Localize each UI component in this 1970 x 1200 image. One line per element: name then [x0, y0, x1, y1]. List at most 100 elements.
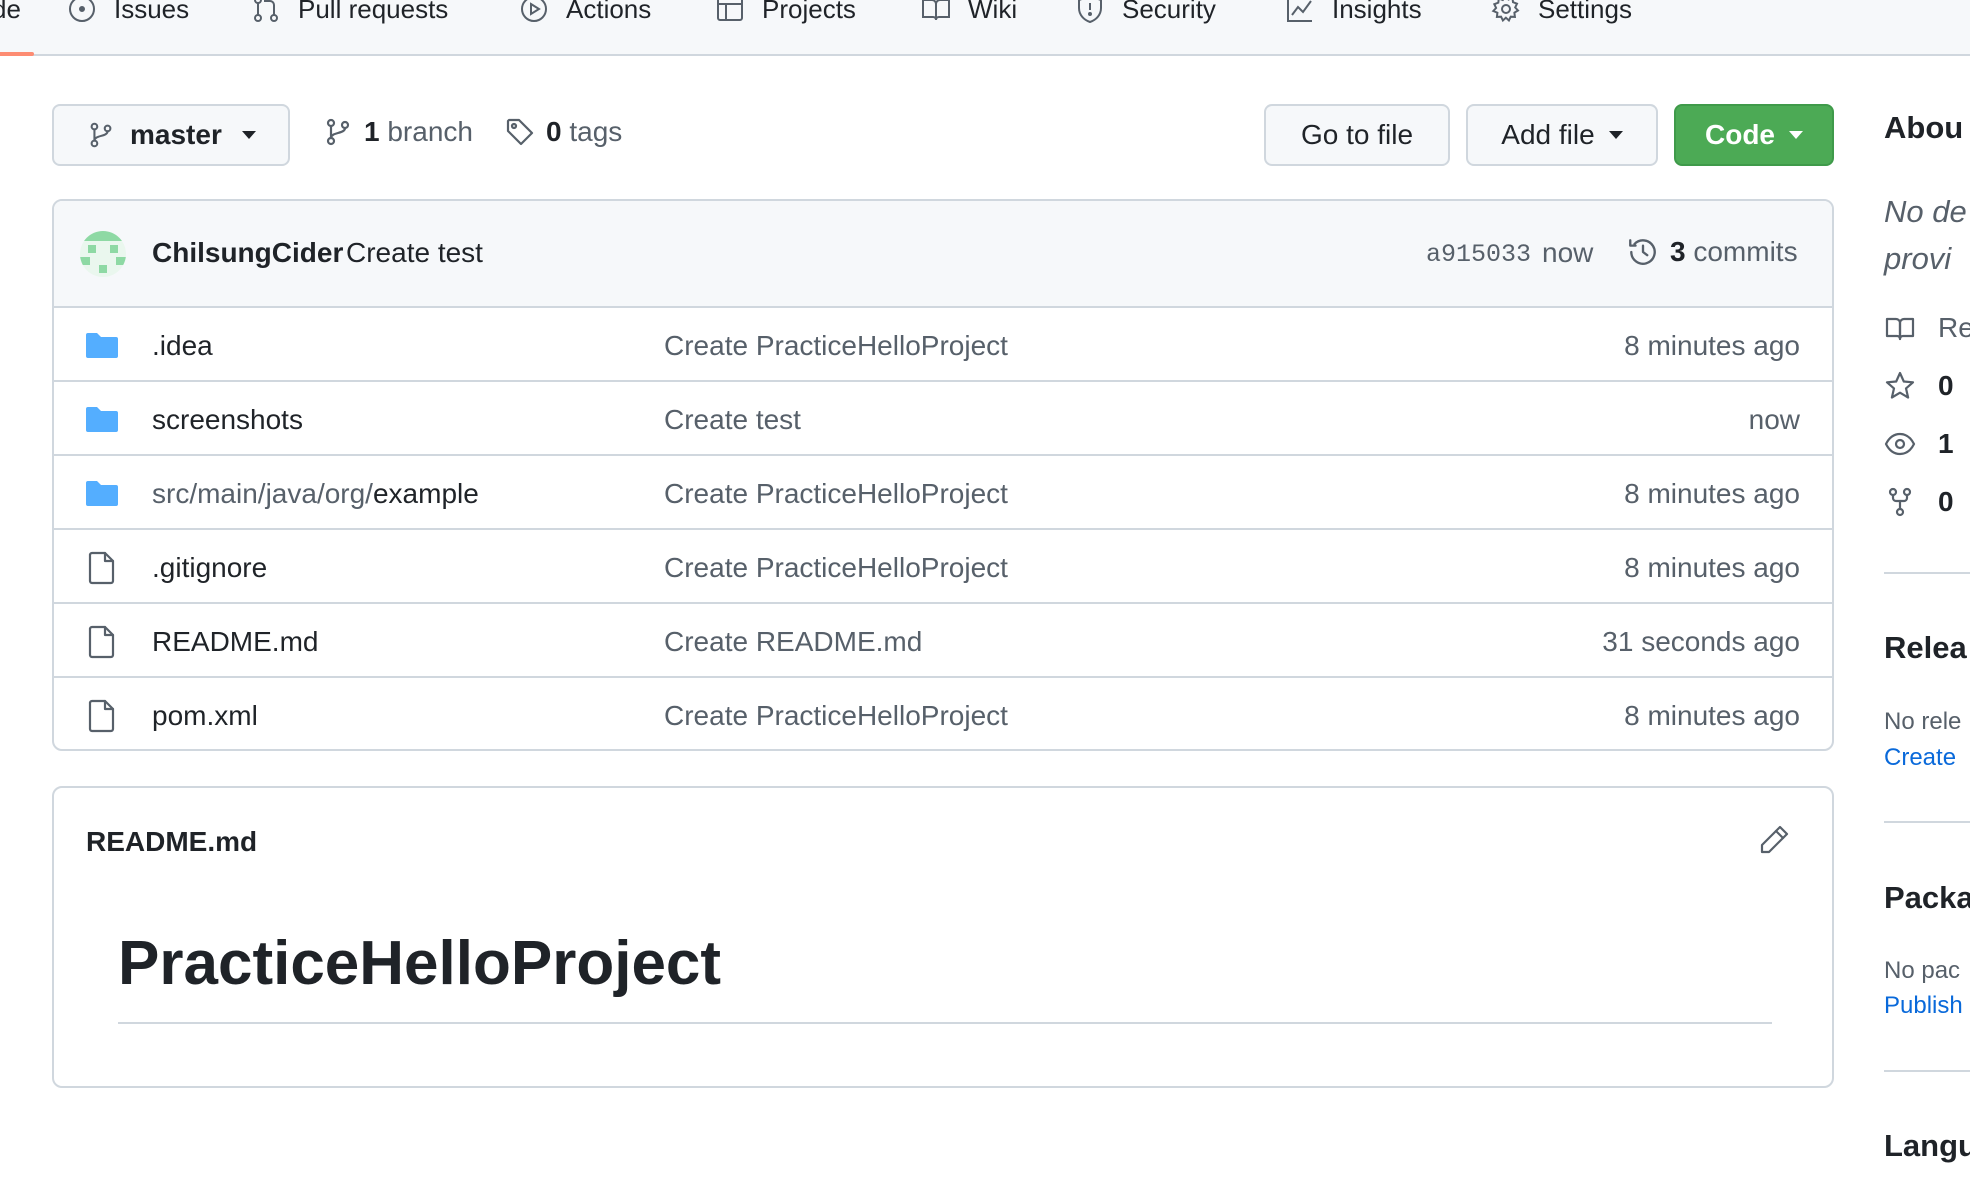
file-commit-time: 8 minutes ago	[1624, 330, 1800, 361]
tab-label: Insights	[1332, 0, 1422, 24]
file-name[interactable]: .idea	[152, 330, 213, 362]
pull-request-icon	[254, 0, 278, 22]
stars-link[interactable]: 0	[1884, 370, 1954, 402]
file-row[interactable]: screenshots Create test now	[54, 380, 1832, 454]
folder-icon	[86, 407, 118, 432]
file-commit-message[interactable]: Create PracticeHelloProject	[664, 330, 1008, 362]
star-icon	[1885, 371, 1915, 399]
table-icon	[717, 0, 743, 21]
go-to-file-button[interactable]: Go to file	[1264, 104, 1450, 166]
chevron-down-icon	[1789, 131, 1803, 139]
tab-label: Issues	[114, 0, 190, 24]
play-icon	[521, 0, 547, 22]
code-button[interactable]: Code	[1674, 104, 1834, 166]
eye-icon	[1884, 432, 1916, 456]
commit-author[interactable]: ChilsungCider	[152, 237, 343, 269]
tab-label: Pull requests	[298, 0, 449, 24]
about-heading: Abou	[1884, 110, 1964, 145]
tab-code[interactable]: de	[0, 0, 21, 26]
repo-tab-nav: de Issues Pull requests Actions Projects…	[0, 0, 1970, 56]
file-row[interactable]: README.md Create README.md 31 seconds ag…	[54, 602, 1832, 676]
watchers-link[interactable]: 1	[1884, 428, 1954, 460]
tab-wiki[interactable]: Wiki	[920, 0, 1017, 26]
file-commit-message[interactable]: Create PracticeHelloProject	[664, 552, 1008, 584]
sidebar-divider	[1884, 821, 1970, 823]
file-row[interactable]: src/main/java/org/example Create Practic…	[54, 454, 1832, 528]
file-commit-time: 8 minutes ago	[1624, 700, 1800, 731]
tags-link[interactable]: 0 tags	[504, 116, 622, 148]
latest-commit-bar: ChilsungCider Create test a915033 now 3 …	[54, 201, 1832, 308]
tab-insights[interactable]: Insights	[1284, 0, 1422, 26]
folder-icon	[86, 333, 118, 358]
file-row[interactable]: .gitignore Create PracticeHelloProject 8…	[54, 528, 1832, 602]
chevron-down-icon	[241, 131, 256, 139]
file-commit-time: 8 minutes ago	[1624, 552, 1800, 583]
publish-package-link[interactable]: Publish	[1884, 992, 1963, 1020]
gear-icon	[1491, 0, 1520, 23]
file-icon	[88, 699, 115, 733]
readme-heading-divider	[118, 1022, 1772, 1024]
tag-icon	[506, 118, 534, 146]
book-icon	[1885, 317, 1915, 341]
tab-issues[interactable]: Issues	[66, 0, 189, 26]
tag-word: tags	[569, 116, 623, 147]
file-commit-time: now	[1748, 404, 1800, 435]
file-commit-message[interactable]: Create test	[664, 404, 801, 436]
commits-history-link[interactable]: 3 commits	[1626, 235, 1798, 269]
commit-message[interactable]: Create test	[346, 237, 483, 269]
readme-filename[interactable]: README.md	[86, 826, 257, 858]
file-commit-message[interactable]: Create README.md	[664, 626, 922, 658]
branch-selector-button[interactable]: master	[52, 104, 290, 166]
graph-icon	[1287, 0, 1312, 22]
tab-settings[interactable]: Settings	[1490, 0, 1632, 26]
branch-name: master	[130, 119, 222, 150]
book-icon	[922, 0, 950, 21]
add-file-button[interactable]: Add file	[1466, 104, 1658, 166]
go-to-file-label: Go to file	[1300, 119, 1414, 150]
file-commit-message[interactable]: Create PracticeHelloProject	[664, 478, 1008, 510]
file-name[interactable]: screenshots	[152, 404, 303, 436]
tab-label: Actions	[566, 0, 652, 24]
pencil-icon[interactable]	[1756, 822, 1792, 858]
sidebar-divider	[1884, 1070, 1970, 1072]
file-name[interactable]: README.md	[152, 626, 318, 658]
tab-security[interactable]: Security	[1074, 0, 1216, 26]
create-release-link[interactable]: Create	[1884, 744, 1956, 772]
tag-count: 0	[546, 116, 562, 147]
issue-icon	[69, 0, 95, 22]
file-name[interactable]: .gitignore	[152, 552, 267, 584]
tab-label: Settings	[1538, 0, 1632, 24]
file-row[interactable]: .idea Create PracticeHelloProject 8 minu…	[54, 308, 1832, 382]
readme-link[interactable]: Re	[1884, 312, 1970, 344]
file-commit-time: 8 minutes ago	[1624, 478, 1800, 509]
commit-time: now	[1542, 237, 1594, 268]
about-description: No de provi	[1884, 194, 1967, 276]
commit-sha[interactable]: a915033	[1426, 240, 1531, 269]
packages-heading[interactable]: Packa	[1884, 880, 1970, 916]
tab-label: Wiki	[968, 0, 1018, 24]
file-commit-message[interactable]: Create PracticeHelloProject	[664, 700, 1008, 732]
commit-count: 3	[1670, 236, 1686, 267]
add-file-label: Add file	[1501, 119, 1595, 150]
history-icon	[1629, 239, 1656, 265]
file-commit-time: 31 seconds ago	[1602, 626, 1800, 657]
branches-link[interactable]: 1 branch	[322, 116, 473, 148]
git-branch-icon	[326, 118, 350, 146]
tab-actions[interactable]: Actions	[518, 0, 651, 26]
tab-pull-requests[interactable]: Pull requests	[250, 0, 448, 26]
tab-projects[interactable]: Projects	[714, 0, 856, 26]
tab-label: de	[0, 0, 21, 24]
file-icon	[88, 551, 115, 585]
avatar[interactable]	[80, 231, 126, 277]
releases-heading[interactable]: Relea	[1884, 630, 1967, 666]
tab-label: Projects	[762, 0, 856, 24]
shield-icon	[1078, 0, 1102, 24]
file-name[interactable]: src/main/java/org/example	[152, 478, 479, 510]
folder-icon	[86, 481, 118, 506]
forks-link[interactable]: 0	[1884, 486, 1954, 518]
readme-heading: PracticeHelloProject	[118, 929, 722, 998]
file-browser: ChilsungCider Create test a915033 now 3 …	[52, 199, 1834, 751]
file-row[interactable]: pom.xml Create PracticeHelloProject 8 mi…	[54, 676, 1832, 749]
fork-icon	[1888, 487, 1912, 517]
file-name[interactable]: pom.xml	[152, 700, 258, 732]
